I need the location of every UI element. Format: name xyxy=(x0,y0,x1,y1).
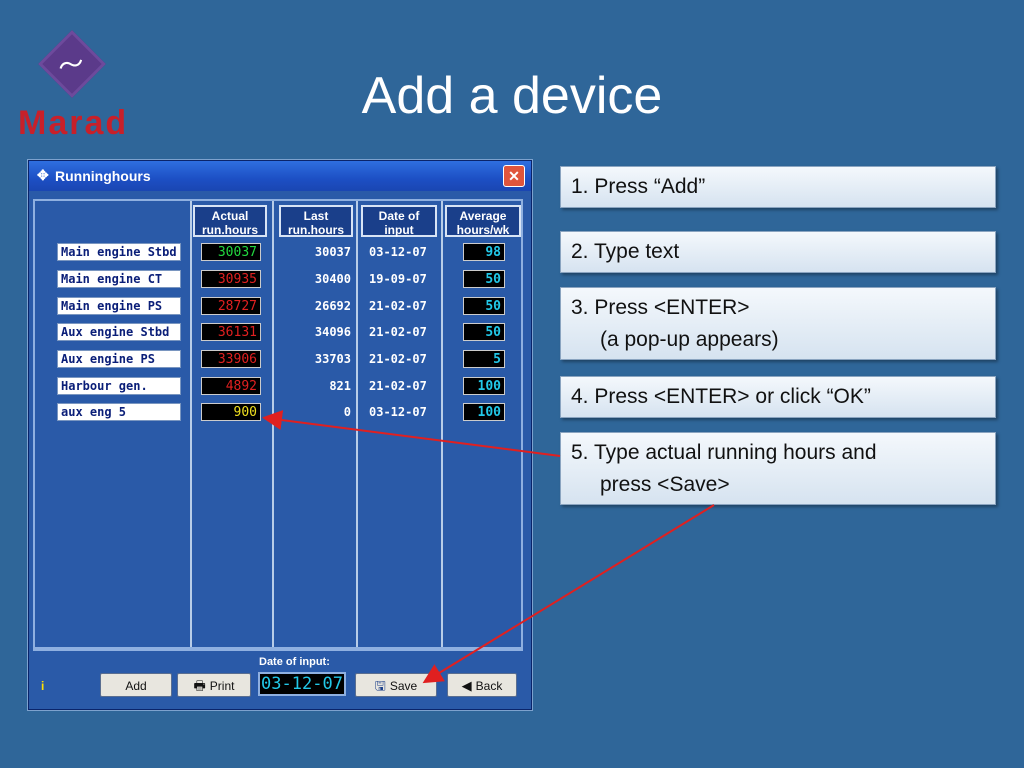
runninghours-window: ✥ Runninghours ✕ Actual run.hours Last r… xyxy=(28,160,532,710)
device-name-field[interactable]: Main engine CT xyxy=(57,270,181,288)
info-icon: i xyxy=(41,679,45,693)
column-divider xyxy=(272,201,274,649)
step-4: 4. Press <ENTER> or click “OK” xyxy=(560,376,996,418)
add-button[interactable]: Add xyxy=(100,673,172,697)
average-hours-field[interactable]: 5 xyxy=(463,350,505,368)
actual-hours-field[interactable]: 900 xyxy=(201,403,261,421)
column-divider xyxy=(441,201,443,649)
last-hours-value: 34096 xyxy=(314,325,351,339)
actual-hours-field[interactable]: 28727 xyxy=(201,297,261,315)
header-line: Average xyxy=(459,209,507,223)
average-hours-field[interactable]: 50 xyxy=(463,297,505,315)
device-name-field[interactable]: Aux engine Stbd xyxy=(57,323,181,341)
app-icon: ✥ xyxy=(37,167,49,183)
header-line: Actual xyxy=(211,209,249,223)
average-hours-field[interactable]: 100 xyxy=(463,403,505,421)
column-divider xyxy=(190,201,192,649)
header-line: run.hours xyxy=(202,223,258,237)
window-title: Runninghours xyxy=(55,168,151,184)
header-line: Date of xyxy=(378,209,420,223)
print-button-label: Print xyxy=(209,679,235,693)
header-line: hours/wk xyxy=(456,223,510,237)
step-text-line2: (a pop-up appears) xyxy=(600,328,779,351)
last-hours-value: 26692 xyxy=(314,299,351,313)
column-header-last: Last run.hours xyxy=(279,205,353,237)
device-name-field[interactable]: Main engine Stbd xyxy=(57,243,181,261)
average-hours-field[interactable]: 50 xyxy=(463,270,505,288)
date-of-input-value: 19-09-07 xyxy=(369,272,427,286)
date-of-input-label: Date of input: xyxy=(259,656,330,668)
step-text: 1. Press “Add” xyxy=(571,175,706,198)
step-2: 2. Type text xyxy=(560,231,996,273)
add-button-label: Add xyxy=(125,679,147,693)
step-3: 3. Press <ENTER> (a pop-up appears) xyxy=(560,287,996,360)
column-header-average: Average hours/wk xyxy=(445,205,521,237)
column-header-actual: Actual run.hours xyxy=(193,205,267,237)
back-button-label: Back xyxy=(475,679,503,693)
data-panel: Actual run.hours Last run.hours Date of … xyxy=(33,199,523,651)
header-line: input xyxy=(384,223,414,237)
date-of-input-value: 03-12-07 xyxy=(369,245,427,259)
back-arrow-icon: ◀ xyxy=(461,678,472,693)
actual-hours-field[interactable]: 36131 xyxy=(201,323,261,341)
printer-icon: 🖶 xyxy=(193,678,206,693)
date-of-input-value: 21-02-07 xyxy=(369,325,427,339)
date-of-input-value: 21-02-07 xyxy=(369,352,427,366)
actual-hours-field[interactable]: 4892 xyxy=(201,377,261,395)
save-icon: 🖫 xyxy=(374,678,386,693)
device-name-field[interactable]: Aux engine PS xyxy=(57,350,181,368)
back-button[interactable]: ◀ Back xyxy=(447,673,517,697)
average-hours-field[interactable]: 50 xyxy=(463,323,505,341)
last-hours-value: 33703 xyxy=(314,352,351,366)
actual-hours-field[interactable]: 30935 xyxy=(201,270,261,288)
date-of-input-value: 21-02-07 xyxy=(369,299,427,313)
date-of-input-value: 03-12-07 xyxy=(369,405,427,419)
date-of-input-field[interactable]: 03-12-07 xyxy=(258,672,346,696)
step-text: 5. Type actual running hours and xyxy=(571,441,877,464)
column-header-date: Date of input xyxy=(361,205,437,237)
window-titlebar[interactable]: ✥ Runninghours ✕ xyxy=(29,161,531,191)
step-5: 5. Type actual running hours and press <… xyxy=(560,432,996,505)
date-of-input-value: 21-02-07 xyxy=(369,379,427,393)
step-text: 3. Press <ENTER> xyxy=(571,296,750,319)
last-hours-value: 30037 xyxy=(314,245,351,259)
actual-hours-field[interactable]: 33906 xyxy=(201,350,261,368)
save-button-label: Save xyxy=(389,679,418,693)
slide-title: Add a device xyxy=(361,67,663,125)
footer-divider xyxy=(33,647,523,649)
save-button[interactable]: 🖫 Save xyxy=(355,673,437,697)
step-1: 1. Press “Add” xyxy=(560,166,996,208)
close-button[interactable]: ✕ xyxy=(503,165,525,187)
actual-hours-field[interactable]: 30037 xyxy=(201,243,261,261)
step-text-line2: press <Save> xyxy=(600,473,730,496)
step-text: 2. Type text xyxy=(571,240,680,263)
average-hours-field[interactable]: 98 xyxy=(463,243,505,261)
device-name-field[interactable]: Main engine PS xyxy=(57,297,181,315)
header-line: run.hours xyxy=(288,223,344,237)
header-line: Last xyxy=(303,209,329,223)
last-hours-value: 0 xyxy=(343,405,351,419)
step-text: 4. Press <ENTER> or click “OK” xyxy=(571,385,871,408)
print-button[interactable]: 🖶 Print xyxy=(177,673,251,697)
device-name-field[interactable]: aux eng 5 xyxy=(57,403,181,421)
last-hours-value: 30400 xyxy=(314,272,351,286)
last-hours-value: 821 xyxy=(329,379,351,393)
device-name-field[interactable]: Harbour gen. xyxy=(57,377,181,395)
column-divider xyxy=(356,201,358,649)
average-hours-field[interactable]: 100 xyxy=(463,377,505,395)
